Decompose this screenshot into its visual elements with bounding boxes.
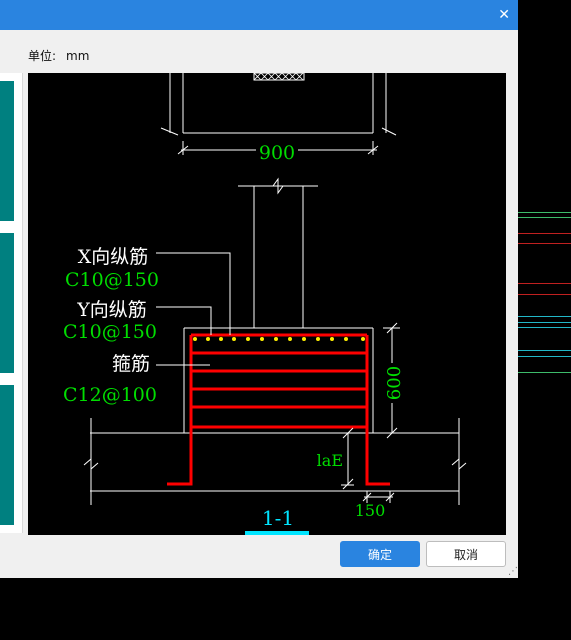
resize-grip-icon[interactable]: ⋰ bbox=[508, 566, 518, 577]
cancel-button[interactable]: 取消 bbox=[426, 541, 506, 567]
drawing-canvas: 900 600 laE 150 X向纵筋 C10@150 Y向纵筋 C10@15… bbox=[28, 72, 506, 535]
pedestal-outline bbox=[183, 327, 374, 433]
bg-line bbox=[518, 283, 571, 284]
y-rebar-value: C10@150 bbox=[63, 321, 157, 343]
left-panel bbox=[0, 73, 23, 533]
section-drawing: 900 600 laE 150 X向纵筋 C10@150 Y向纵筋 C10@15… bbox=[63, 72, 467, 535]
rebar-cage bbox=[167, 333, 390, 486]
preview-card[interactable] bbox=[0, 385, 14, 525]
y-rebar-label: Y向纵筋 bbox=[76, 299, 147, 321]
bg-line bbox=[518, 294, 571, 295]
unit-label: 单位: bbox=[28, 49, 57, 63]
upper-outline bbox=[160, 73, 397, 136]
section-label: 1-1 bbox=[262, 506, 294, 530]
column-outline bbox=[238, 177, 318, 328]
stirrup-value: C12@100 bbox=[63, 384, 157, 406]
preview-card[interactable] bbox=[0, 233, 14, 373]
bg-line bbox=[518, 356, 571, 357]
preview-card[interactable] bbox=[0, 81, 14, 221]
unit-row: 单位: mm bbox=[28, 47, 89, 64]
bg-line bbox=[518, 243, 571, 244]
rebar-dots bbox=[193, 337, 365, 341]
unit-value: mm bbox=[66, 49, 90, 63]
dim-width-text: 900 bbox=[259, 142, 295, 164]
stirrup-label: 箍筋 bbox=[112, 353, 150, 375]
bg-line bbox=[518, 372, 571, 373]
ok-button[interactable]: 确定 bbox=[340, 541, 420, 567]
bg-line bbox=[518, 233, 571, 234]
bg-line bbox=[518, 322, 571, 323]
bg-line bbox=[518, 212, 571, 213]
close-icon[interactable]: ✕ bbox=[498, 6, 510, 24]
dim-lae-text: laE bbox=[317, 451, 343, 470]
bg-line bbox=[518, 217, 571, 218]
title-bar: ✕ bbox=[0, 0, 518, 30]
leader-lines bbox=[156, 252, 231, 366]
x-rebar-label: X向纵筋 bbox=[78, 246, 149, 268]
bg-line bbox=[518, 350, 571, 351]
section-underline bbox=[245, 531, 309, 535]
bg-line bbox=[518, 327, 571, 328]
dim-anchor-text: 150 bbox=[355, 501, 386, 520]
x-rebar-value: C10@150 bbox=[65, 269, 159, 291]
hatch-pattern bbox=[253, 72, 305, 81]
slab-outline bbox=[83, 418, 467, 505]
bg-line bbox=[518, 316, 571, 317]
dim-height-text: 600 bbox=[384, 366, 405, 400]
